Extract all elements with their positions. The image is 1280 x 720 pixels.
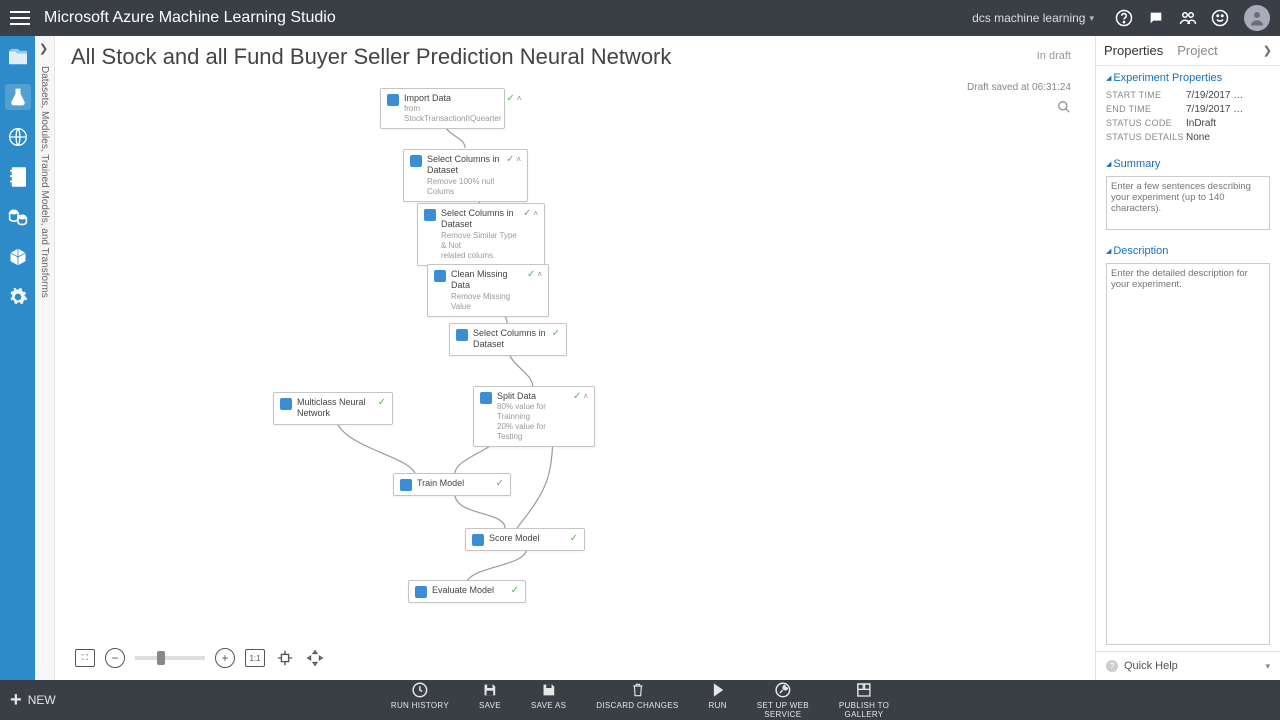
save-as-button[interactable]: SAVE AS	[531, 681, 566, 719]
chevron-up-icon[interactable]: ˄	[537, 270, 542, 279]
publish-button[interactable]: PUBLISH TO GALLERY	[839, 681, 889, 719]
search-icon[interactable]	[1057, 100, 1071, 119]
fit-to-screen-button[interactable]: ⛶	[75, 649, 95, 667]
check-icon: ✓	[552, 328, 560, 339]
trash-icon	[630, 681, 644, 699]
experiment-title[interactable]: All Stock and all Fund Buyer Seller Pred…	[71, 44, 671, 70]
sidebar	[0, 36, 35, 680]
edges	[55, 36, 1095, 680]
section-experiment-properties[interactable]: Experiment Properties	[1106, 72, 1270, 84]
saved-timestamp: Draft saved at 06:31:24	[967, 82, 1071, 93]
history-icon	[411, 681, 429, 699]
help-icon[interactable]	[1113, 7, 1135, 29]
zoom-out-button[interactable]: −	[105, 648, 125, 668]
chevron-up-icon[interactable]: ˄	[533, 209, 538, 218]
check-icon: ✓	[378, 397, 386, 408]
canvas-controls: ⛶ − + 1:1	[75, 648, 325, 668]
check-icon: ✓	[573, 391, 581, 402]
minimap-button[interactable]	[275, 649, 295, 667]
palette-panel[interactable]: ❯ Datasets, Modules, Trained Models, and…	[35, 36, 55, 680]
sidebar-item-notebooks[interactable]	[5, 164, 31, 190]
zoom-slider[interactable]	[135, 656, 205, 660]
module-icon	[472, 534, 484, 546]
sidebar-item-models[interactable]	[5, 244, 31, 270]
pan-button[interactable]	[305, 649, 325, 667]
node-select-columns-1[interactable]: Select Columns in DatasetRemove 100% nul…	[403, 149, 528, 202]
zoom-in-button[interactable]: +	[215, 648, 235, 668]
check-icon: ✓	[527, 269, 535, 280]
module-icon	[456, 329, 468, 341]
sidebar-item-projects[interactable]	[5, 44, 31, 70]
quick-help[interactable]: Quick Help	[1096, 651, 1280, 680]
run-button[interactable]: RUN	[709, 681, 727, 719]
chevron-right-icon[interactable]: ❯	[39, 42, 48, 55]
footer: +NEW RUN HISTORY SAVE SAVE AS DISCARD CH…	[0, 680, 1280, 720]
sidebar-item-experiments[interactable]	[5, 84, 31, 110]
node-score-model[interactable]: Score Model ✓	[465, 528, 585, 551]
check-icon: ✓	[507, 93, 515, 104]
node-clean-missing[interactable]: Clean Missing DataRemove Missing Value ✓…	[427, 264, 549, 317]
check-icon: ✓	[506, 154, 514, 165]
gallery-icon	[856, 681, 872, 699]
module-icon	[387, 94, 399, 106]
section-summary[interactable]: Summary	[1106, 158, 1270, 170]
module-icon	[480, 392, 492, 404]
menu-icon[interactable]	[10, 11, 30, 25]
sidebar-item-datasets[interactable]	[5, 204, 31, 230]
discard-button[interactable]: DISCARD CHANGES	[596, 681, 678, 719]
module-icon	[280, 398, 292, 410]
save-icon	[482, 681, 498, 699]
status-badge: In draft	[1037, 50, 1071, 62]
node-train-model[interactable]: Train Model ✓	[393, 473, 511, 496]
node-evaluate-model[interactable]: Evaluate Model ✓	[408, 580, 526, 603]
save-as-icon	[541, 681, 557, 699]
app-title: Microsoft Azure Machine Learning Studio	[44, 9, 336, 27]
node-import-data[interactable]: Import DatafromStockTransactionIIQuearte…	[380, 88, 505, 129]
new-button[interactable]: +NEW	[10, 690, 56, 710]
wrench-icon	[774, 681, 792, 699]
chevron-up-icon[interactable]: ˄	[517, 94, 522, 103]
module-icon	[424, 209, 436, 221]
module-icon	[415, 586, 427, 598]
node-split-data[interactable]: Split Data80% value for Trainning20% val…	[473, 386, 595, 447]
check-icon: ✓	[496, 478, 504, 489]
workspace-selector[interactable]: dcs machine learning	[972, 11, 1094, 25]
actual-size-button[interactable]: 1:1	[245, 649, 265, 667]
chat-icon[interactable]	[1145, 7, 1167, 29]
properties-panel: Properties Project ❯ Experiment Properti…	[1095, 36, 1280, 680]
smile-icon[interactable]	[1209, 7, 1231, 29]
people-icon[interactable]	[1177, 7, 1199, 29]
node-select-columns-3[interactable]: Select Columns in Dataset ✓	[449, 323, 567, 356]
sidebar-item-settings[interactable]	[5, 284, 31, 310]
plus-icon: +	[10, 690, 22, 710]
module-icon	[410, 155, 422, 167]
node-select-columns-2[interactable]: Select Columns in DatasetRemove Similar …	[417, 203, 545, 266]
setup-web-service-button[interactable]: SET UP WEB SERVICE	[757, 681, 809, 719]
tab-project[interactable]: Project	[1177, 43, 1217, 58]
check-icon: ✓	[570, 533, 578, 544]
section-description[interactable]: Description	[1106, 245, 1270, 257]
node-multiclass-nn[interactable]: Multiclass Neural Network ✓	[273, 392, 393, 425]
module-icon	[400, 479, 412, 491]
run-history-button[interactable]: RUN HISTORY	[391, 681, 449, 719]
check-icon: ✓	[511, 585, 519, 596]
chevron-up-icon[interactable]: ˄	[516, 155, 521, 164]
tab-properties[interactable]: Properties	[1104, 43, 1163, 58]
description-input[interactable]	[1106, 263, 1270, 645]
check-icon: ✓	[523, 208, 531, 219]
save-button[interactable]: SAVE	[479, 681, 501, 719]
avatar[interactable]	[1244, 5, 1270, 31]
chevron-right-icon[interactable]: ❯	[1263, 44, 1272, 57]
play-icon	[711, 681, 725, 699]
module-icon	[434, 270, 446, 282]
experiment-canvas[interactable]: All Stock and all Fund Buyer Seller Pred…	[55, 36, 1095, 680]
palette-label: Datasets, Modules, Trained Models, and T…	[39, 66, 50, 298]
summary-input[interactable]	[1106, 176, 1270, 230]
chevron-up-icon[interactable]: ˄	[583, 392, 588, 401]
sidebar-item-web-services[interactable]	[5, 124, 31, 150]
